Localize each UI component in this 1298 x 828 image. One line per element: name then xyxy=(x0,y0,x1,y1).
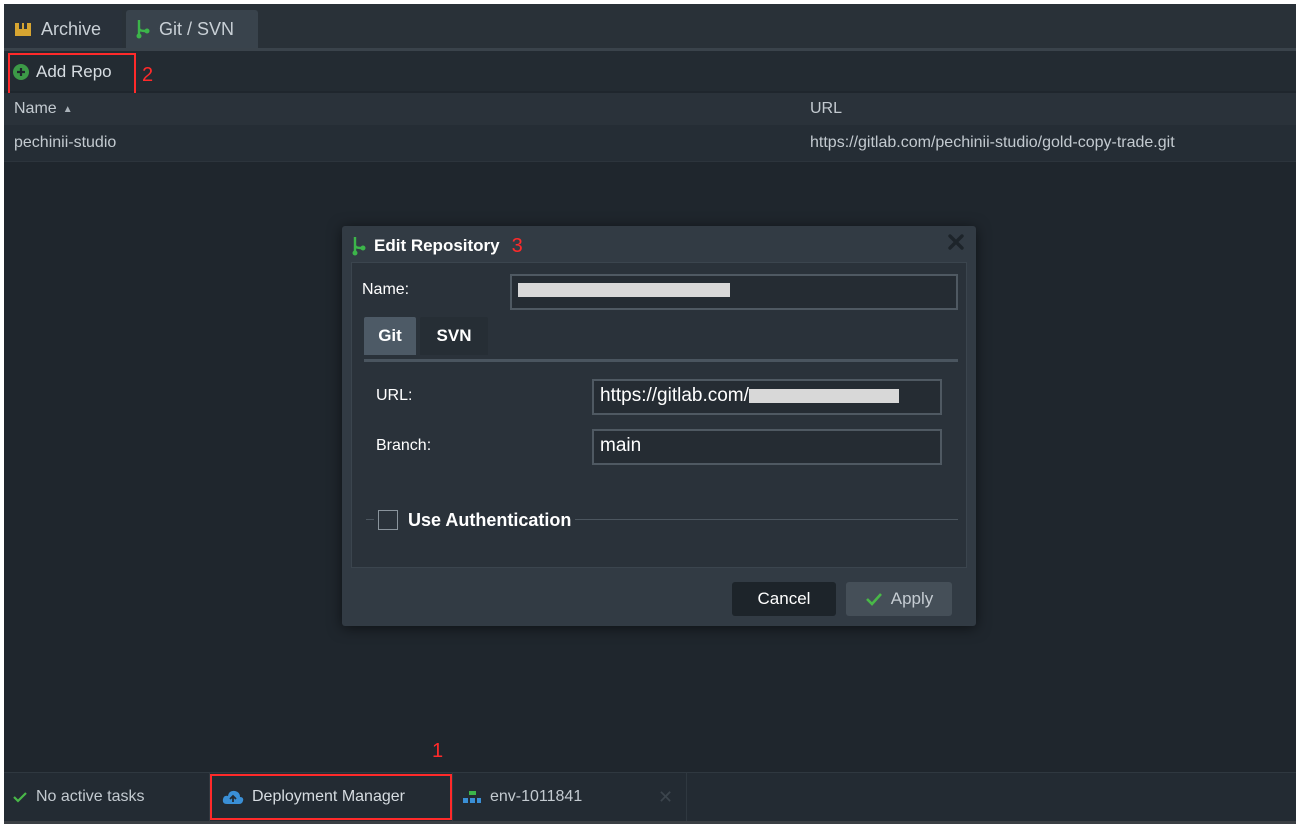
toolbar: Add Repo 2 xyxy=(4,51,1296,99)
dialog-title-label: Edit Repository xyxy=(374,236,500,255)
column-header-name-label: Name xyxy=(14,100,57,117)
environment-tab[interactable]: env-1011841 xyxy=(462,773,582,821)
cancel-button[interactable]: Cancel xyxy=(732,582,836,616)
checkmark-icon xyxy=(865,592,883,606)
column-header-url[interactable]: URL xyxy=(810,100,842,118)
tasks-status-label: No active tasks xyxy=(36,788,145,805)
git-branch-icon xyxy=(136,19,150,39)
use-authentication-toggle[interactable]: Use Authentication xyxy=(374,507,576,533)
archive-icon xyxy=(14,21,32,37)
tab-svn-label: SVN xyxy=(436,326,472,345)
environment-icon xyxy=(462,790,482,804)
app-window: Archive Git / SVN Add Repo 2 Name ▲ URL … xyxy=(4,4,1296,824)
repo-type-tabs: Git SVN xyxy=(364,317,958,362)
url-field-value: https://gitlab.com/ xyxy=(600,385,749,406)
dialog-body: Name: Git SVN URL: https://gitlab.com/ B… xyxy=(351,262,967,568)
redacted-value xyxy=(518,282,730,297)
grid-body: pechinii-studio https://gitlab.com/pechi… xyxy=(4,125,1296,162)
branch-field[interactable]: main xyxy=(592,429,942,465)
annotation-marker-1: 1 xyxy=(432,740,444,762)
grid-header: Name ▲ URL xyxy=(4,93,1296,125)
checkmark-icon xyxy=(12,791,28,803)
status-divider xyxy=(452,773,453,821)
branch-field-value: main xyxy=(600,435,642,456)
branch-label: Branch: xyxy=(376,437,432,454)
table-row[interactable]: pechinii-studio https://gitlab.com/pechi… xyxy=(4,125,1296,162)
cancel-button-label: Cancel xyxy=(757,589,811,608)
environment-label: env-1011841 xyxy=(490,788,583,805)
close-button[interactable] xyxy=(946,233,966,255)
highlight-box-1 xyxy=(210,774,452,820)
annotation-marker-2: 2 xyxy=(142,64,154,86)
apply-button[interactable]: Apply xyxy=(846,582,952,616)
tab-archive[interactable]: Archive xyxy=(4,10,122,48)
redacted-value xyxy=(748,388,899,403)
column-header-name[interactable]: Name ▲ xyxy=(14,100,73,118)
name-field[interactable] xyxy=(510,274,958,310)
tab-svn[interactable]: SVN xyxy=(420,317,488,355)
annotation-marker-3: 3 xyxy=(511,234,523,257)
url-label: URL: xyxy=(376,387,413,404)
sort-ascending-icon: ▲ xyxy=(62,103,73,115)
tab-git-label: Git xyxy=(378,326,402,345)
name-label: Name: xyxy=(362,281,410,298)
apply-button-label: Apply xyxy=(890,589,934,608)
taskbar-edge xyxy=(4,821,1296,824)
status-bar: No active tasks Deployment Manager env-1… xyxy=(4,772,1296,824)
dialog-title: Edit Repository 3 xyxy=(352,234,523,258)
use-authentication-checkbox[interactable] xyxy=(378,510,398,530)
url-field[interactable]: https://gitlab.com/ xyxy=(592,379,942,415)
use-authentication-label: Use Authentication xyxy=(408,509,572,530)
edit-repository-dialog: Edit Repository 3 Name: Git SVN URL: htt… xyxy=(342,226,976,626)
status-divider xyxy=(686,773,687,821)
column-header-url-label: URL xyxy=(810,100,843,117)
tasks-status[interactable]: No active tasks xyxy=(12,773,144,821)
tab-bar: Archive Git / SVN xyxy=(4,4,1296,51)
close-icon: ✕ xyxy=(658,786,674,807)
tab-git-label: Git / SVN xyxy=(159,18,235,39)
row-name: pechinii-studio xyxy=(14,134,117,151)
tab-git[interactable]: Git xyxy=(364,317,416,355)
close-icon xyxy=(948,233,964,255)
close-environment-tab-button[interactable]: ✕ xyxy=(658,773,673,821)
authentication-fieldset: Use Authentication xyxy=(366,507,958,533)
tab-archive-label: Archive xyxy=(41,18,102,39)
git-branch-icon xyxy=(352,236,366,256)
tab-git-svn[interactable]: Git / SVN xyxy=(126,10,258,48)
row-url: https://gitlab.com/pechinii-studio/gold-… xyxy=(810,134,1175,151)
